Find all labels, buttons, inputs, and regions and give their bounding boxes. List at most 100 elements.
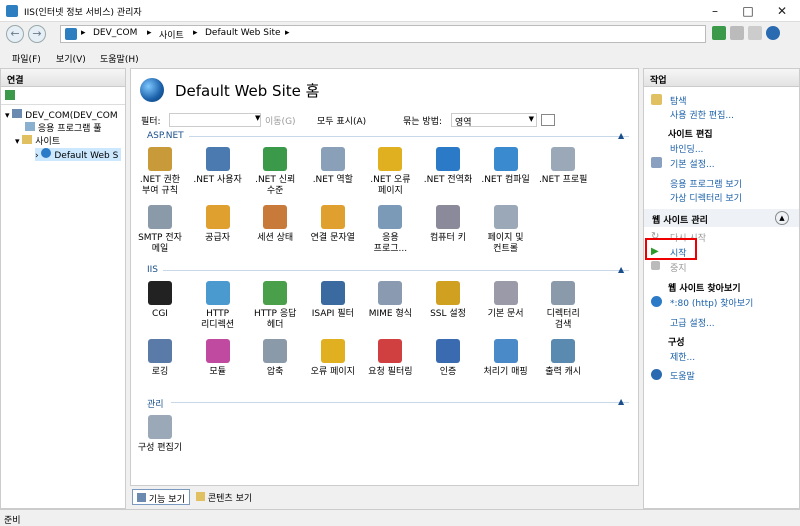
collapse-section-icon[interactable]: ▲: [775, 211, 789, 225]
feature-item[interactable]: 공급자: [191, 205, 245, 244]
filter-go-button[interactable]: 이동(G): [265, 114, 296, 127]
menu-view[interactable]: 보기(V): [56, 52, 86, 65]
feature-item[interactable]: 페이지 및 컨트롤: [479, 205, 533, 255]
collapse-icon[interactable]: ▾: [15, 137, 20, 147]
feature-item[interactable]: 세션 상태: [248, 205, 302, 244]
explore-icon: [651, 94, 662, 105]
help-icon[interactable]: [766, 26, 780, 40]
action-stop[interactable]: 중지: [670, 261, 687, 274]
menu-file[interactable]: 파일(F): [12, 52, 41, 65]
feature-item[interactable]: .NET 전역화: [421, 147, 475, 186]
back-button[interactable]: ←: [6, 25, 24, 43]
collapse-group-icon[interactable]: ▲: [618, 265, 624, 274]
close-button[interactable]: ✕: [765, 0, 799, 22]
feature-icon: [436, 339, 460, 363]
action-view-vdirs[interactable]: 가상 디렉터리 보기: [670, 191, 742, 204]
feature-item[interactable]: 구성 편집기: [133, 415, 187, 454]
feature-item[interactable]: .NET 컴파일: [479, 147, 533, 186]
feature-item[interactable]: .NET 권한 부여 규칙: [133, 147, 187, 197]
connections-header: 연결: [1, 69, 125, 87]
tree-item-sites[interactable]: ▾ 사이트: [15, 134, 60, 147]
feature-label: 세션 상태: [257, 233, 294, 243]
feature-item[interactable]: 요청 필터링: [363, 339, 417, 378]
group-by-select[interactable]: 영역 ▼: [451, 113, 537, 128]
feature-item[interactable]: CGI: [133, 281, 187, 320]
feature-icon: [436, 281, 460, 305]
feature-item[interactable]: 모듈: [191, 339, 245, 378]
feature-item[interactable]: 컴퓨터 키: [421, 205, 475, 244]
feature-item[interactable]: .NET 역할: [306, 147, 360, 186]
expand-icon[interactable]: ›: [35, 151, 39, 161]
feature-item[interactable]: MIME 형식: [363, 281, 417, 320]
tree-item-server[interactable]: ▾ DEV_COM(DEV_COM: [5, 109, 118, 121]
disconnect-icon[interactable]: [730, 26, 744, 40]
action-basic-settings[interactable]: 기본 설정...: [670, 157, 715, 170]
home-icon[interactable]: [748, 26, 762, 40]
filter-input[interactable]: [169, 113, 261, 127]
feature-label: 공급자: [205, 233, 231, 243]
breadcrumb-server[interactable]: DEV_COM: [93, 28, 137, 38]
feature-item[interactable]: .NET 신뢰 수준: [248, 147, 302, 197]
feature-item[interactable]: 출력 캐시: [536, 339, 590, 378]
feature-item[interactable]: .NET 오류 페이지: [363, 147, 417, 197]
breadcrumb[interactable]: ▸ DEV_COM ▸ 사이트 ▸ Default Web Site ▸: [60, 25, 706, 43]
feature-label: 컴퓨터 키: [430, 233, 466, 243]
feature-item[interactable]: SMTP 전자 메일: [133, 205, 187, 255]
forward-button[interactable]: →: [28, 25, 46, 43]
action-limits[interactable]: 제한...: [670, 350, 695, 363]
feature-item[interactable]: 연결 문자열: [306, 205, 360, 244]
connect-icon[interactable]: [712, 26, 726, 40]
tab-features-view[interactable]: 기능 보기: [132, 489, 190, 505]
menu-help[interactable]: 도움말(H): [100, 52, 139, 65]
action-edit-permissions[interactable]: 사용 권한 편집...: [670, 108, 734, 121]
breadcrumb-site[interactable]: Default Web Site: [205, 28, 281, 38]
feature-icon: [320, 205, 345, 229]
action-advanced-settings[interactable]: 고급 설정...: [670, 316, 715, 329]
feature-item[interactable]: 기본 문서: [479, 281, 533, 320]
new-connection-icon[interactable]: [5, 90, 15, 100]
feature-label: .NET 프로필: [538, 175, 588, 185]
chevron-down-icon[interactable]: ▼: [255, 114, 260, 122]
feature-item[interactable]: 디렉터리 검색: [536, 281, 590, 331]
maximize-button[interactable]: □: [731, 0, 765, 22]
feature-item[interactable]: ISAPI 필터: [306, 281, 360, 320]
feature-item[interactable]: 오류 페이지: [306, 339, 360, 378]
breadcrumb-arrow-icon: ▸: [193, 28, 198, 38]
breadcrumb-sites[interactable]: 사이트: [159, 28, 184, 41]
feature-label: .NET 신뢰: [255, 175, 296, 185]
tree-item-apppools[interactable]: 응용 프로그램 풀: [25, 121, 102, 134]
collapse-icon[interactable]: ▾: [5, 111, 10, 121]
collapse-group-icon[interactable]: ▲: [618, 397, 624, 406]
feature-icon: [493, 339, 518, 363]
action-help[interactable]: 도움말: [670, 369, 695, 382]
feature-item[interactable]: HTTP 리디렉션: [191, 281, 245, 331]
show-all-button[interactable]: 모두 표시(A): [317, 114, 366, 127]
tab-content-view[interactable]: 콘텐츠 보기: [192, 489, 256, 505]
collapse-group-icon[interactable]: ▲: [618, 131, 624, 140]
feature-icon: [320, 339, 345, 363]
action-view-applications[interactable]: 응용 프로그램 보기: [670, 177, 742, 190]
action-explore[interactable]: 탐색: [670, 94, 687, 107]
feature-item[interactable]: .NET 사용자: [191, 147, 245, 186]
menu-bar: 파일(F) 보기(V) 도움말(H): [0, 48, 800, 66]
feature-item[interactable]: 응용 프로그...: [363, 205, 417, 255]
feature-item[interactable]: SSL 설정: [421, 281, 475, 320]
feature-label: MIME 형식: [368, 309, 413, 319]
feature-item[interactable]: HTTP 응답 헤더: [248, 281, 302, 331]
feature-item[interactable]: 압축: [248, 339, 302, 378]
minimize-button[interactable]: –: [698, 0, 732, 22]
feature-icon: [436, 205, 460, 229]
feature-icon: [378, 281, 403, 305]
action-browse-http[interactable]: *:80 (http) 찾아보기: [670, 296, 753, 309]
feature-item[interactable]: 처리기 매핑: [479, 339, 533, 378]
feature-item[interactable]: 로깅: [133, 339, 187, 378]
feature-icon: [148, 205, 172, 229]
tab-label: 콘텐츠 보기: [207, 494, 253, 504]
action-bindings[interactable]: 바인딩...: [670, 142, 703, 155]
tree-item-default-site[interactable]: › Default Web S: [35, 148, 122, 161]
feature-item[interactable]: 인증: [421, 339, 475, 378]
feature-label: 페이지 및: [487, 233, 524, 243]
view-mode-icon[interactable]: [541, 114, 555, 126]
globe-icon: [41, 148, 52, 158]
feature-item[interactable]: .NET 프로필: [536, 147, 590, 186]
